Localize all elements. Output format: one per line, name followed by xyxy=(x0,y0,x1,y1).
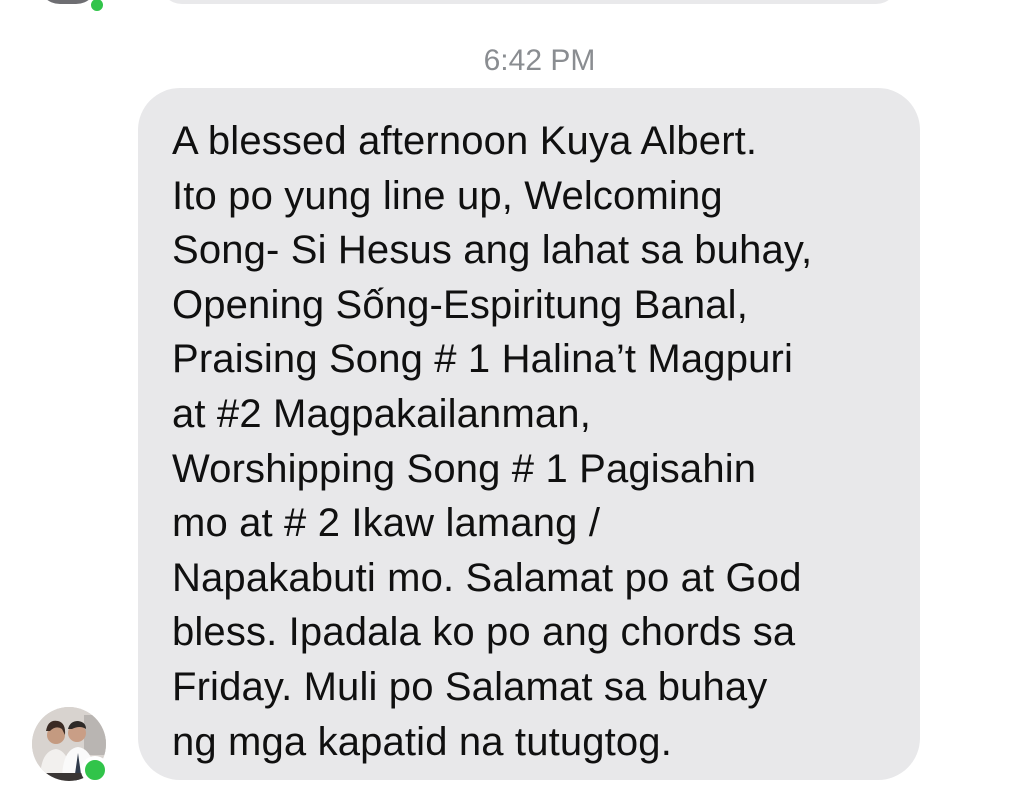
previous-message-bubble[interactable] xyxy=(160,0,898,4)
message-text: A blessed afternoon Kuya Albert. Ito po … xyxy=(172,119,813,764)
online-status-icon xyxy=(81,756,109,784)
previous-online-status-icon xyxy=(88,0,106,14)
message-timestamp: 6:42 PM xyxy=(483,44,596,77)
message-bubble[interactable]: A blessed afternoon Kuya Albert. Ito po … xyxy=(138,88,920,780)
